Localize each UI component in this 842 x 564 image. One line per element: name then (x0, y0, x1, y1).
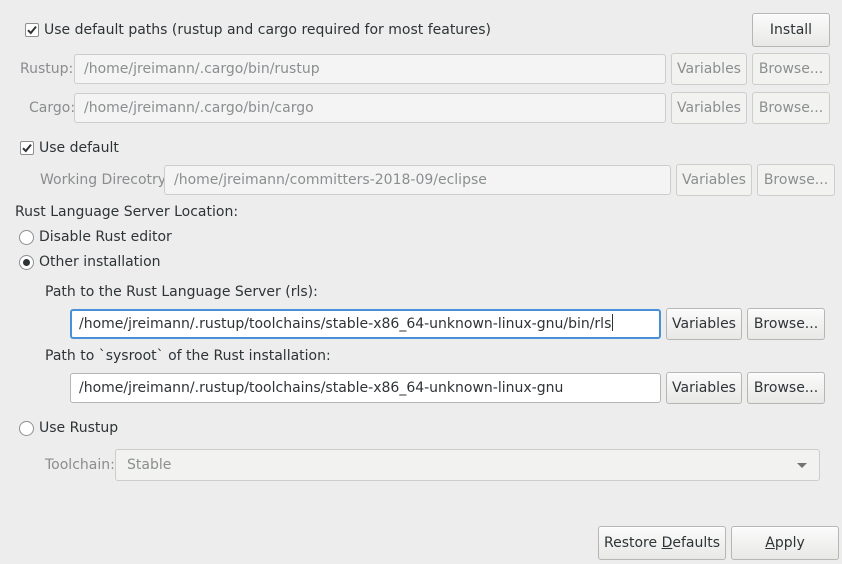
text-cursor (612, 314, 614, 331)
rls-variables-button[interactable]: Variables (666, 308, 742, 340)
other-installation-label: Other installation (39, 254, 161, 270)
disable-rust-editor-radio[interactable] (19, 230, 34, 245)
cargo-variables-button[interactable]: Variables (671, 92, 747, 124)
toolchain-select[interactable]: Stable (115, 449, 820, 481)
use-rustup-label: Use Rustup (39, 420, 119, 436)
rls-browse-button[interactable]: Browse... (747, 308, 825, 340)
disable-rust-editor-label: Disable Rust editor (39, 229, 172, 245)
rustup-browse-button[interactable]: Browse... (752, 53, 830, 85)
rustup-variables-button[interactable]: Variables (671, 53, 747, 85)
use-default-paths-label: Use default paths (rustup and cargo requ… (44, 22, 491, 38)
radio-selected-dot (23, 259, 30, 266)
working-directory-field[interactable]: /home/jreimann/committers-2018-09/eclips… (164, 165, 671, 195)
toolchain-label: Toolchain: (45, 457, 115, 473)
rustup-path-field[interactable]: /home/jreimann/.cargo/bin/rustup (74, 54, 666, 84)
rls-path-input[interactable]: /home/jreimann/.rustup/toolchains/stable… (70, 309, 661, 339)
sysroot-variables-button[interactable]: Variables (666, 372, 742, 404)
restore-defaults-label: Restore Defaults (603, 535, 721, 551)
cargo-label: Cargo: (29, 100, 76, 116)
checkmark-icon (22, 143, 32, 153)
toolchain-selected-value: Stable (127, 457, 172, 473)
sysroot-path-input[interactable]: /home/jreimann/.rustup/toolchains/stable… (70, 373, 661, 403)
checkmark-icon (27, 25, 37, 35)
cargo-path-field[interactable]: /home/jreimann/.cargo/bin/cargo (74, 93, 666, 123)
chevron-down-icon (797, 463, 807, 468)
working-directory-label: Working Direcotry: (40, 172, 170, 188)
working-dir-variables-button[interactable]: Variables (676, 164, 752, 196)
rustup-label: Rustup: (20, 61, 74, 77)
rls-path-value: /home/jreimann/.rustup/toolchains/stable… (79, 316, 612, 332)
use-rustup-radio[interactable] (19, 421, 34, 436)
sysroot-path-label: Path to `sysroot` of the Rust installati… (45, 348, 331, 364)
use-default-paths-checkbox[interactable] (25, 23, 39, 37)
working-dir-browse-button[interactable]: Browse... (757, 164, 835, 196)
rls-section-label: Rust Language Server Location: (15, 204, 239, 220)
other-installation-radio[interactable] (19, 255, 34, 270)
apply-button[interactable]: Apply (731, 526, 839, 560)
install-button[interactable]: Install (752, 13, 830, 47)
use-default-working-dir-label: Use default (39, 140, 119, 156)
use-default-working-dir-checkbox[interactable] (20, 141, 34, 155)
restore-defaults-button[interactable]: Restore Defaults (598, 526, 726, 560)
apply-label: Apply (765, 535, 805, 551)
rls-path-label: Path to the Rust Language Server (rls): (45, 284, 318, 300)
sysroot-browse-button[interactable]: Browse... (747, 372, 825, 404)
cargo-browse-button[interactable]: Browse... (752, 92, 830, 124)
